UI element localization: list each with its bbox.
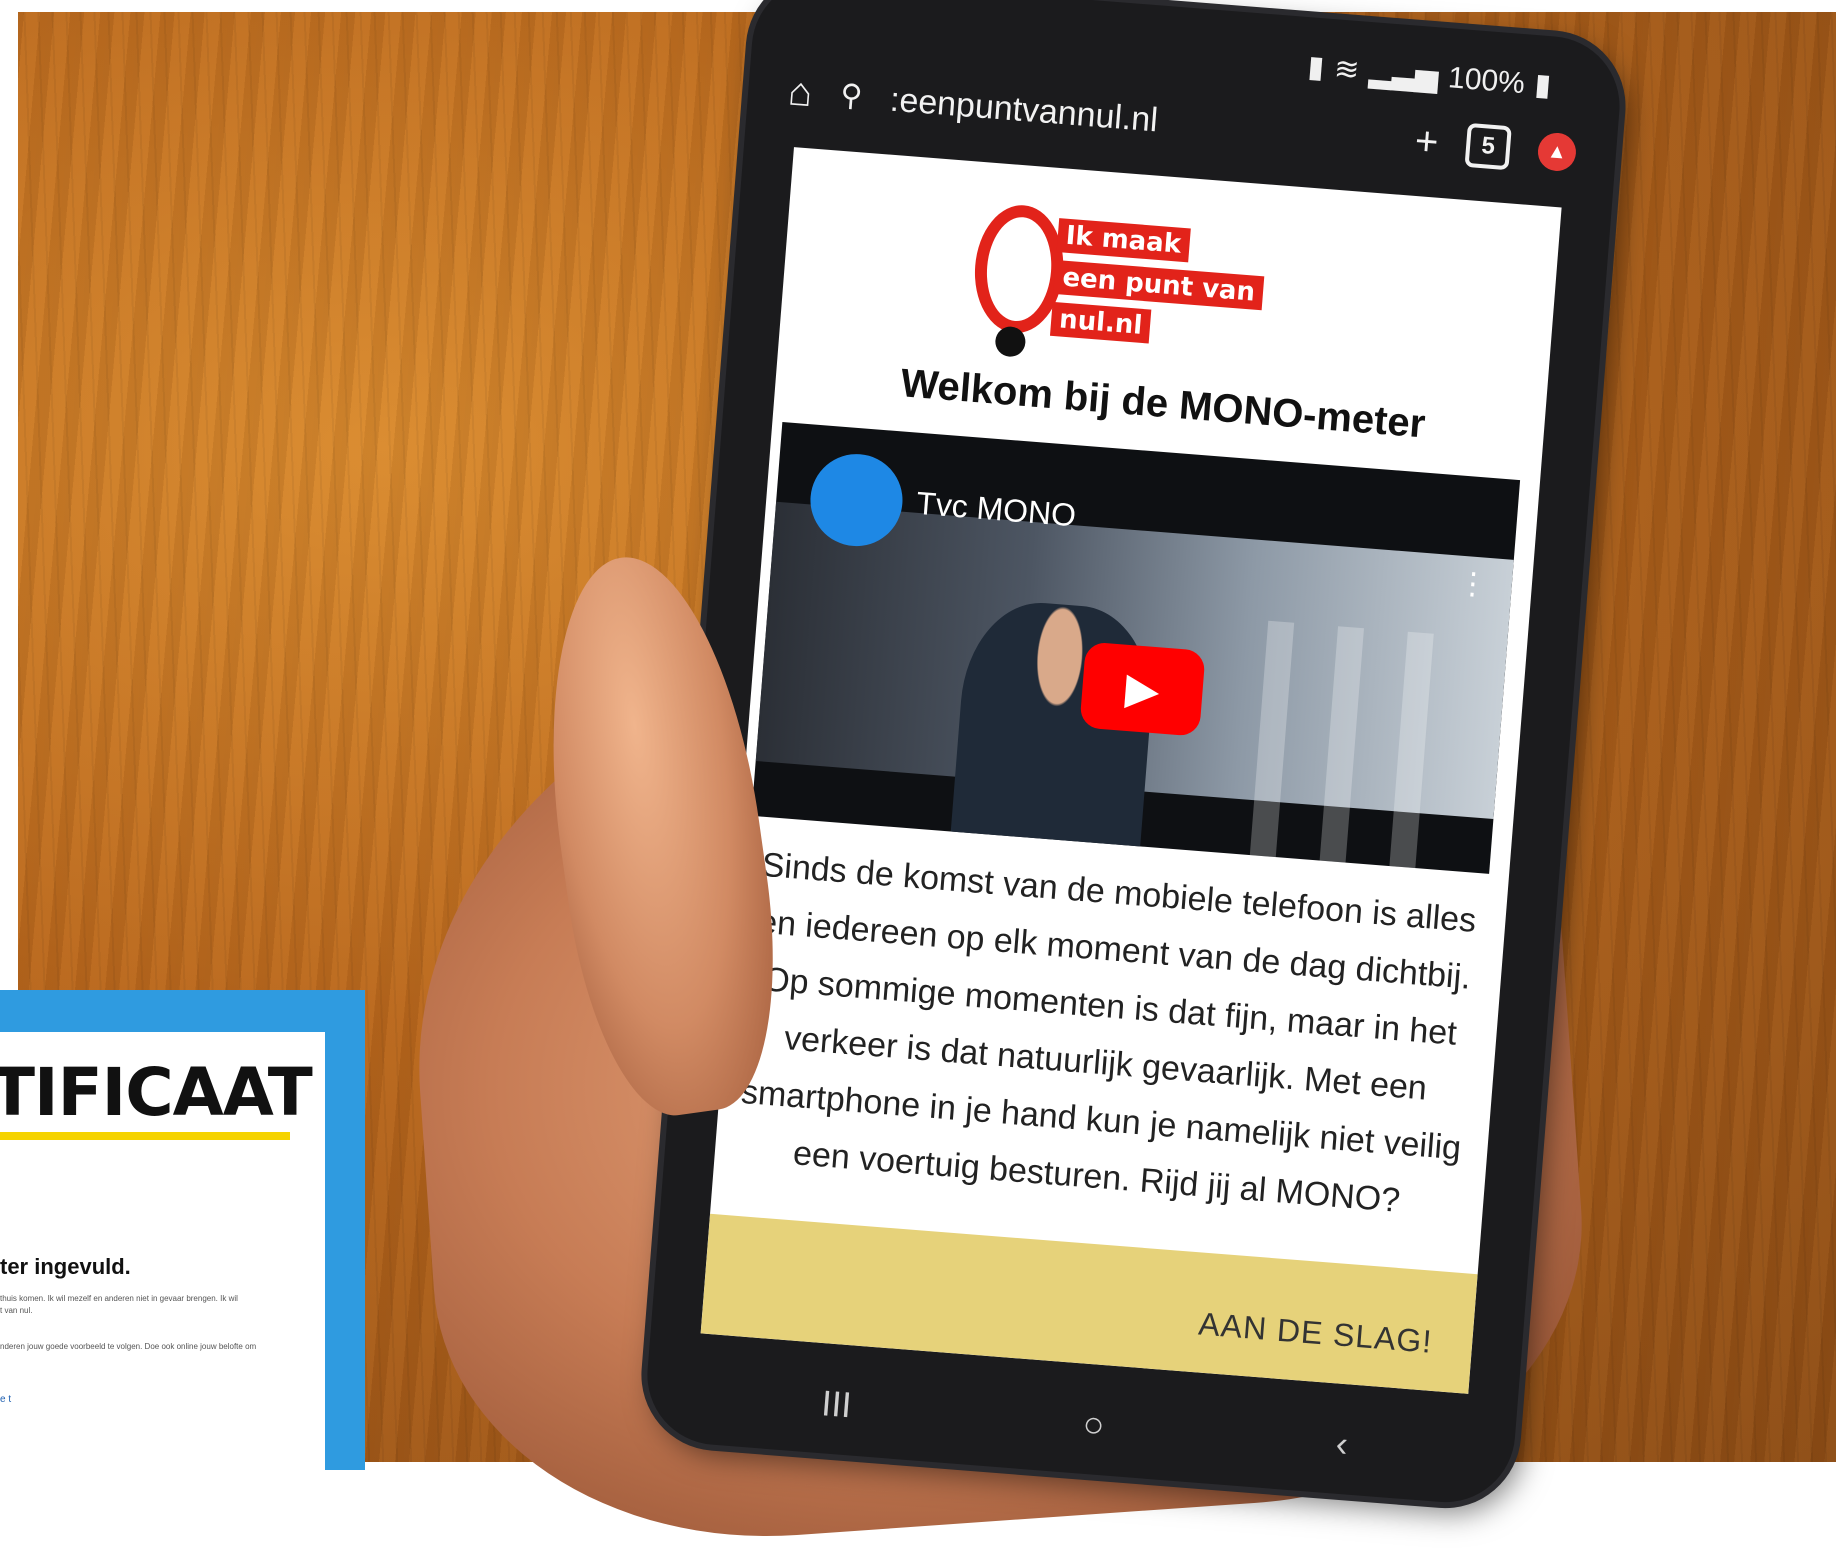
battery-saver-icon: ▮ bbox=[1306, 50, 1326, 85]
certificate-card: TIFICAAT ter ingevuld. thuis komen. Ik w… bbox=[0, 990, 365, 1470]
home-button[interactable]: ○ bbox=[1081, 1403, 1106, 1447]
intro-text: Sinds de komst van de mobiele telefoon i… bbox=[739, 845, 1478, 1220]
signal-icon: ▂▃▅ bbox=[1367, 55, 1440, 94]
window-pane bbox=[1387, 631, 1434, 874]
phone: ▮ ≋ ▂▃▅ 100% ▮ ⌂ ⚲ :eenpuntvannul.nl + 5… bbox=[642, 0, 1625, 1508]
battery-icon: ▮ bbox=[1533, 68, 1553, 103]
more-options-icon[interactable]: ⋮ bbox=[1456, 566, 1489, 603]
back-button[interactable]: ‹ bbox=[1334, 1423, 1349, 1466]
site-logo[interactable]: Ik maak een punt van nul.nl bbox=[969, 201, 1339, 370]
certificate-subtitle: ter ingevuld. bbox=[0, 1254, 131, 1279]
web-page: Ik maak een punt van nul.nl Welkom bij d… bbox=[700, 147, 1562, 1394]
wifi-icon: ≋ bbox=[1332, 52, 1361, 88]
title-underline bbox=[0, 1132, 290, 1140]
certificate-line-1: thuis komen. Ik wil mezelf en anderen ni… bbox=[0, 1294, 238, 1303]
play-button[interactable]: ▶ bbox=[1079, 641, 1206, 737]
certificate-title: TIFICAAT bbox=[0, 1054, 313, 1131]
start-button[interactable]: AAN DE SLAG! bbox=[1197, 1306, 1433, 1361]
window-pane bbox=[1247, 620, 1295, 874]
certificate-paper: TIFICAAT ter ingevuld. thuis komen. Ik w… bbox=[0, 1032, 325, 1470]
new-tab-icon[interactable]: + bbox=[1413, 119, 1440, 165]
video-player[interactable]: Tvc MONO ⋮ ▶ bbox=[751, 422, 1521, 874]
upload-icon[interactable]: ▲ bbox=[1536, 131, 1578, 173]
url-field[interactable]: :eenpuntvannul.nl bbox=[889, 80, 1389, 158]
window-pane bbox=[1317, 626, 1364, 874]
logo-line-1: Ik maak bbox=[1056, 218, 1191, 263]
certificate-line-2: t van nul. bbox=[0, 1306, 33, 1315]
logo-line-3: nul.nl bbox=[1049, 301, 1152, 344]
home-icon[interactable]: ⌂ bbox=[787, 70, 815, 116]
certificate-link: e t bbox=[0, 1394, 12, 1405]
recent-apps-button[interactable]: III bbox=[820, 1382, 853, 1426]
battery-percent: 100% bbox=[1446, 60, 1527, 100]
video-person bbox=[948, 597, 1159, 872]
certificate-line-3: nderen jouw goede voorbeeld te volgen. D… bbox=[0, 1342, 257, 1351]
site-settings-icon[interactable]: ⚲ bbox=[839, 79, 864, 114]
logo-line-2: een punt van bbox=[1053, 259, 1265, 311]
tab-switcher-button[interactable]: 5 bbox=[1464, 122, 1512, 171]
